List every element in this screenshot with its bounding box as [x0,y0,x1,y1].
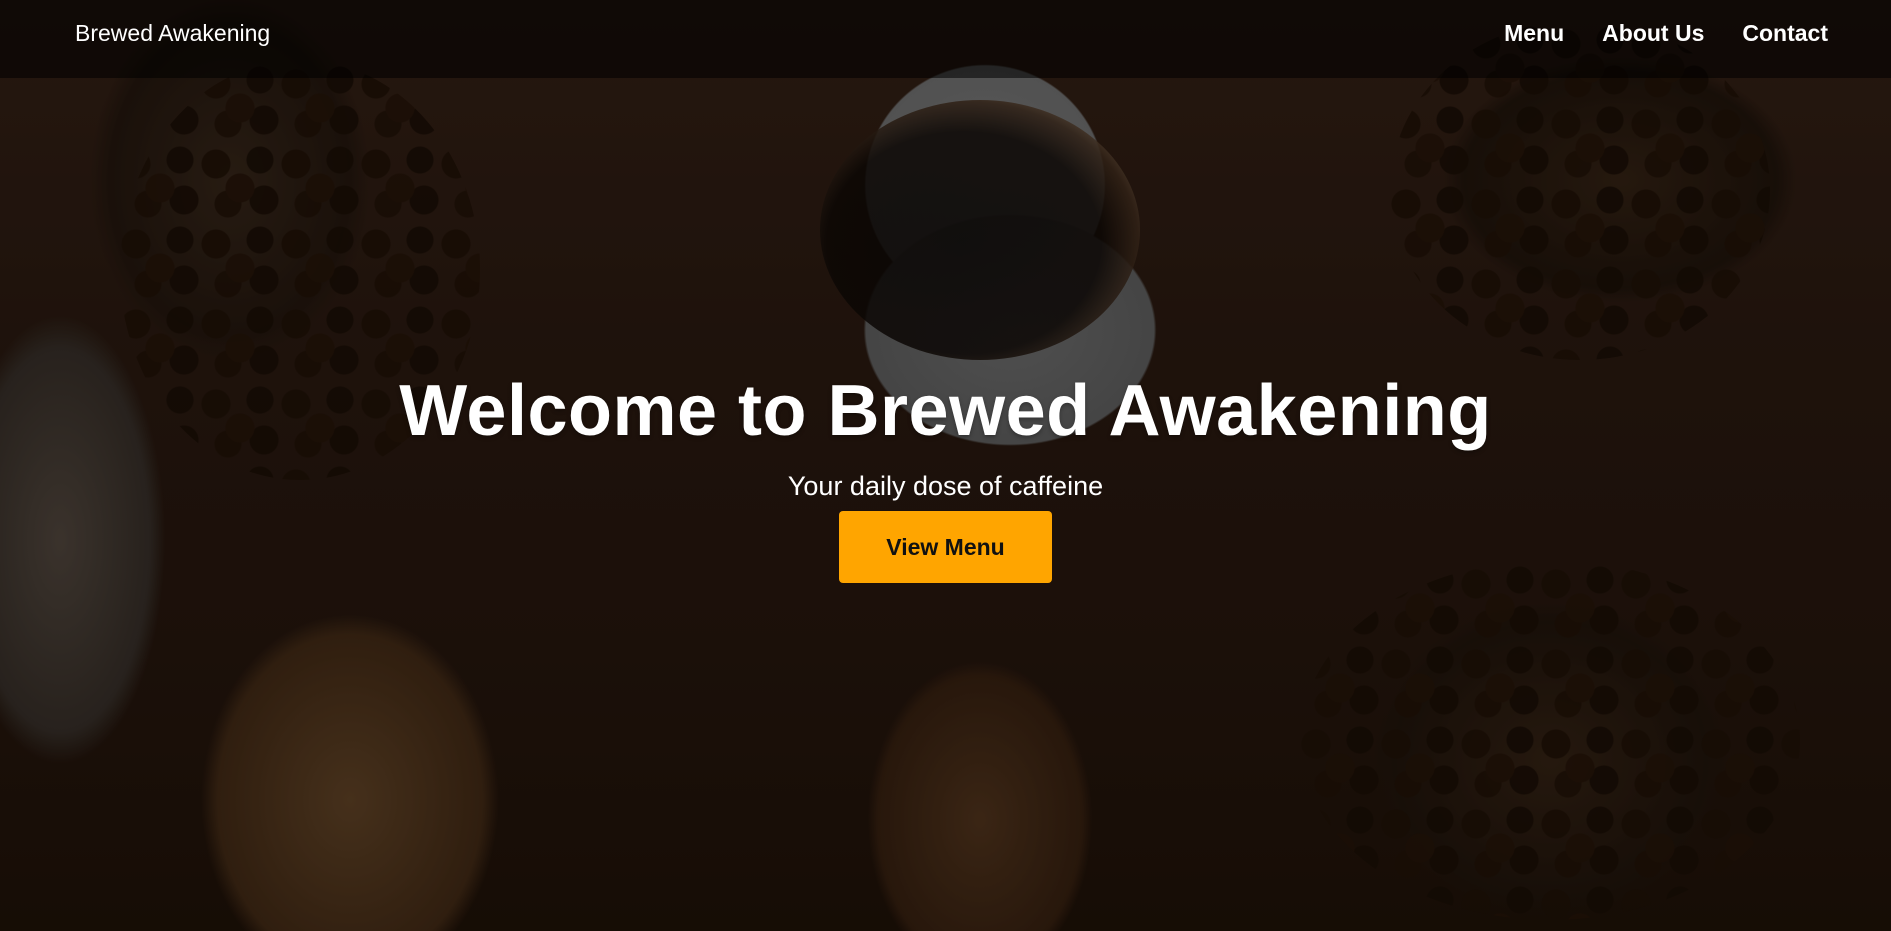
view-menu-button[interactable]: View Menu [839,511,1052,583]
site-header: Brewed Awakening Menu About Us Contact [0,0,1891,78]
page: Brewed Awakening Menu About Us Contact W… [0,0,1891,931]
main-nav: Menu About Us Contact [1504,20,1828,47]
nav-item-contact[interactable]: Contact [1742,20,1828,47]
nav-item-menu[interactable]: Menu [1504,20,1564,47]
nav-item-about-us[interactable]: About Us [1602,20,1704,47]
hero-section: Welcome to Brewed Awakening Your daily d… [0,368,1891,583]
hero-subtitle: Your daily dose of caffeine [787,471,1104,501]
brand-logo-link[interactable]: Brewed Awakening [75,20,270,47]
hero-title: Welcome to Brewed Awakening [399,371,1492,451]
